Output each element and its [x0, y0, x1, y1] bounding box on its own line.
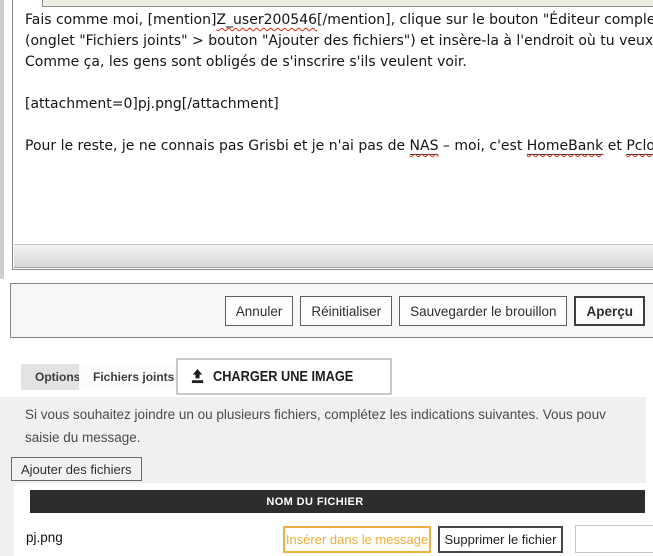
instructions-line-1: Si vous souhaitez joindre un ou plusieur…	[25, 403, 646, 426]
attachments-instructions: Si vous souhaitez joindre un ou plusieur…	[25, 403, 646, 449]
filename-column-header: NOM DU FICHIER	[266, 496, 363, 508]
form-actions-row: Annuler Réinitialiser Sauvegarder le bro…	[0, 296, 645, 326]
attachment-filename: pj.png	[26, 530, 63, 545]
misspelled-word: Pcloud	[626, 138, 653, 155]
message-segment: – moi, c'est	[438, 138, 526, 154]
textarea-scrollbar[interactable]	[14, 244, 653, 268]
message-line-3: Comme ça, les gens sont obligés de s'ins…	[25, 52, 653, 73]
misspelled-word: HomeBank	[527, 138, 604, 155]
insert-in-message-button[interactable]: Insérer dans le message	[283, 526, 431, 553]
misspelled-word: NAS	[410, 138, 439, 155]
preview-button[interactable]: Aperçu	[574, 296, 645, 326]
attachments-table-header: NOM DU FICHIER	[30, 490, 645, 513]
message-text: Fais comme moi, [mention]Z_user200546[/m…	[25, 10, 653, 157]
left-edge-strip	[0, 0, 4, 279]
post-editor-page: Fais comme moi, [mention]Z_user200546[/m…	[0, 0, 653, 556]
toolbar-remnant	[42, 0, 653, 7]
reset-button[interactable]: Réinitialiser	[300, 296, 392, 326]
delete-file-button[interactable]: Supprimer le fichier	[438, 526, 563, 553]
tab-fichiers-joints[interactable]: Fichiers joints	[79, 364, 188, 390]
message-segment: Pour le reste, je ne connais pas Grisbi …	[25, 138, 410, 154]
message-line-blank	[25, 115, 653, 136]
message-line-attachment-bbcode: [attachment=0]pj.png[/attachment]	[25, 94, 653, 115]
add-files-button[interactable]: Ajouter des fichiers	[11, 457, 142, 481]
message-segment: Fais comme moi, [mention]	[25, 12, 216, 28]
message-line-2: (onglet "Fichiers joints" > bouton "Ajou…	[25, 31, 653, 52]
instructions-line-2: saisie du message.	[25, 426, 646, 449]
save-draft-button[interactable]: Sauvegarder le brouillon	[399, 296, 567, 326]
upload-image-button[interactable]: CHARGER UNE IMAGE	[176, 358, 392, 395]
message-line-1: Fais comme moi, [mention]Z_user200546[/m…	[25, 10, 653, 31]
cancel-button[interactable]: Annuler	[225, 296, 294, 326]
misspelled-word: Z_user200546	[216, 12, 317, 28]
attachment-comment-input[interactable]	[575, 525, 653, 553]
message-segment: et	[603, 138, 626, 154]
message-segment: [/mention], clique sur le bouton "Éditeu…	[317, 12, 653, 28]
message-line-blank	[25, 73, 653, 94]
message-line-7: Pour le reste, je ne connais pas Grisbi …	[25, 136, 653, 157]
upload-icon	[190, 369, 205, 384]
upload-image-label: CHARGER UNE IMAGE	[213, 368, 353, 385]
